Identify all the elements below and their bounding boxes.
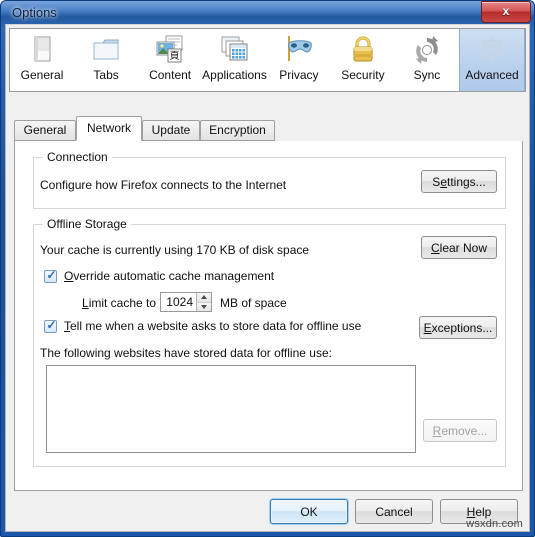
tab-general[interactable]: General (14, 120, 76, 141)
privacy-mask-icon (282, 33, 316, 67)
category-tabs-label: Tabs (93, 68, 119, 82)
tab-encryption[interactable]: Encryption (200, 120, 275, 141)
notify-offline-checkbox[interactable]: ✓ (44, 318, 57, 333)
category-applications-label: Applications (202, 68, 267, 82)
clear-now-button[interactable]: Clear Now (421, 236, 497, 259)
connection-group: Connection Configure how Firefox connect… (33, 150, 506, 209)
sync-icon (410, 33, 444, 67)
advanced-gear-icon (475, 33, 509, 67)
options-window: Options x General Tabs 頁 Content Applica… (0, 0, 535, 537)
limit-units-label: MB of space (220, 296, 287, 310)
category-applications[interactable]: Applications (202, 29, 267, 91)
category-privacy-label: Privacy (279, 68, 319, 82)
category-advanced-label: Advanced (465, 68, 519, 82)
override-cache-label[interactable]: Override automatic cache management (64, 269, 274, 283)
exceptions-button[interactable]: Exceptions... (419, 316, 497, 339)
category-general[interactable]: General (10, 29, 74, 91)
category-toolbar: General Tabs 頁 Content Applications Priv… (9, 28, 526, 92)
notify-offline-label[interactable]: Tell me when a website asks to store dat… (64, 319, 361, 333)
dialog-client-area: General Tabs 頁 Content Applications Priv… (5, 24, 530, 532)
applications-icon (218, 33, 252, 67)
tab-row: General Network Update Encryption (14, 116, 523, 142)
connection-description: Configure how Firefox connects to the In… (40, 178, 287, 192)
limit-cache-label: Limit cache to (82, 296, 157, 310)
dialog-button-bar: OK Cancel Help wsxdn.com (6, 491, 529, 531)
category-security-label: Security (341, 68, 385, 82)
cache-limit-spinner[interactable] (160, 292, 212, 312)
cache-usage-text: Your cache is currently using 170 KB of … (40, 243, 310, 257)
remove-button[interactable]: Remove... (423, 419, 497, 442)
tab-network[interactable]: Network (76, 116, 142, 141)
offline-storage-group: Offline Storage Your cache is currently … (33, 217, 506, 467)
network-panel: Connection Configure how Firefox connect… (14, 141, 523, 491)
category-sync[interactable]: Sync (395, 29, 459, 91)
checkbox-tick-icon: ✓ (46, 318, 57, 332)
cancel-button[interactable]: Cancel (355, 499, 433, 524)
connection-group-title: Connection (43, 150, 112, 164)
category-advanced[interactable]: Advanced (459, 29, 526, 91)
close-icon: x (502, 4, 510, 18)
svg-text:頁: 頁 (170, 50, 180, 62)
checkbox-tick-icon: ✓ (46, 268, 57, 282)
category-content-label: Content (149, 68, 192, 82)
category-sync-label: Sync (413, 68, 441, 82)
window-title: Options (12, 5, 57, 20)
watermark: wsxdn.com (466, 518, 523, 530)
settings-button[interactable]: Settings... (421, 170, 497, 193)
spinner-down-icon[interactable] (197, 302, 211, 311)
spinner-up-icon[interactable] (197, 293, 211, 303)
category-privacy[interactable]: Privacy (267, 29, 331, 91)
offline-sites-listbox[interactable] (46, 365, 416, 453)
content-icon: 頁 (153, 33, 187, 67)
ok-button[interactable]: OK (270, 499, 348, 524)
security-lock-icon (346, 33, 380, 67)
category-content[interactable]: 頁 Content (138, 29, 202, 91)
close-button[interactable]: x (481, 1, 531, 23)
spinner-buttons[interactable] (196, 293, 211, 311)
general-icon (25, 33, 59, 67)
tab-update[interactable]: Update (142, 120, 200, 141)
offline-storage-group-title: Offline Storage (43, 217, 131, 231)
category-general-label: General (20, 68, 64, 82)
category-tabs[interactable]: Tabs (74, 29, 138, 91)
tabs-icon (89, 33, 123, 67)
tab-strip: General Network Update Encryption (14, 95, 523, 142)
override-cache-checkbox[interactable]: ✓ (44, 268, 57, 283)
cache-limit-input[interactable] (161, 293, 196, 311)
stored-sites-label: The following websites have stored data … (40, 346, 332, 360)
category-security[interactable]: Security (331, 29, 395, 91)
